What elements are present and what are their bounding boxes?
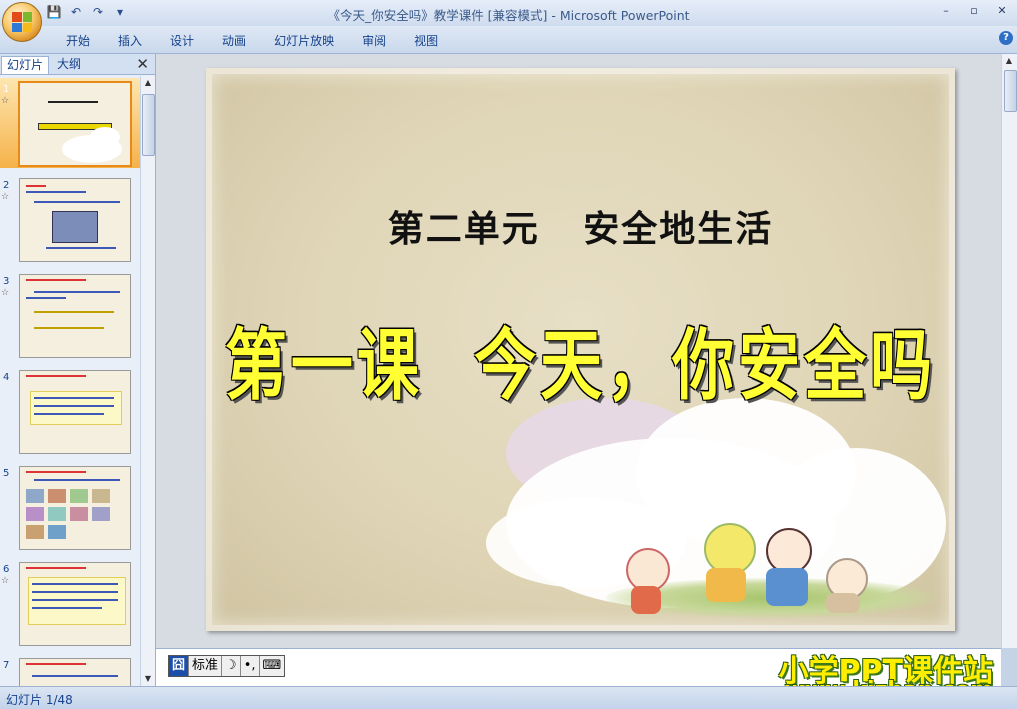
- tab-slide-show[interactable]: 幻灯片放映: [262, 32, 346, 50]
- ribbon-tabs: 开始 插入 设计 动画 幻灯片放映 审阅 视图: [54, 32, 454, 50]
- slide-number: 6: [3, 564, 10, 575]
- editor-scrollbar[interactable]: ▲: [1001, 54, 1017, 648]
- slides-panel: 幻灯片 大纲 ✕ 1 ☆ 2 ☆ 3 ☆ 4 5 6 ☆ 7 ▲ ▼: [0, 54, 156, 686]
- tab-animations[interactable]: 动画: [210, 32, 258, 50]
- office-button[interactable]: [2, 2, 42, 42]
- window-title: 《今天_你安全吗》教学课件 [兼容模式] - Microsoft PowerPo…: [327, 8, 690, 23]
- unit-title[interactable]: 第二单元 安全地生活: [206, 200, 955, 252]
- lesson-title[interactable]: 第一课 今天，你安全吗: [206, 302, 955, 415]
- ribbon: 开始 插入 设计 动画 幻灯片放映 审阅 视图 ?: [0, 26, 1017, 54]
- thumbnail-image: [19, 370, 131, 454]
- thumbnail-image: [19, 562, 131, 646]
- slide-number: 5: [3, 468, 10, 479]
- slide-thumbnail-1[interactable]: 1 ☆: [0, 78, 140, 168]
- slide-thumbnails: 1 ☆ 2 ☆ 3 ☆ 4 5 6 ☆ 7: [0, 76, 140, 686]
- slide-position: 幻灯片 1/48: [6, 693, 73, 707]
- slide-number: 1: [3, 84, 10, 95]
- animation-star-icon: ☆: [1, 288, 10, 298]
- tab-insert[interactable]: 插入: [106, 32, 154, 50]
- moon-icon[interactable]: ☽: [222, 656, 241, 676]
- restore-button[interactable]: ▫: [965, 3, 983, 19]
- status-bar: 幻灯片 1/48: [0, 686, 1017, 709]
- slide-number: 4: [3, 372, 10, 383]
- slide-thumbnail-5[interactable]: 5: [0, 462, 140, 552]
- minimize-button[interactable]: –: [937, 3, 955, 19]
- slide-number: 3: [3, 276, 10, 287]
- scrollbar-thumb[interactable]: [1004, 70, 1017, 112]
- title-bar: 💾 ↶ ↷ ▾ 《今天_你安全吗》教学课件 [兼容模式] - Microsoft…: [0, 0, 1017, 42]
- tab-review[interactable]: 审阅: [350, 32, 398, 50]
- slide-thumbnail-7[interactable]: 7: [0, 654, 140, 686]
- tab-slides[interactable]: 幻灯片: [1, 56, 50, 74]
- thumbnail-image: [19, 274, 131, 358]
- thumbnails-scrollbar[interactable]: ▲ ▼: [140, 76, 155, 686]
- close-panel-icon[interactable]: ✕: [136, 55, 149, 73]
- thumbnail-image: [18, 81, 132, 167]
- close-button[interactable]: ✕: [993, 3, 1011, 19]
- ime-toolbar: 囧 标准 ☽ •, ⌨: [168, 655, 286, 677]
- tab-view[interactable]: 视图: [402, 32, 450, 50]
- panel-tabs: 幻灯片 大纲 ✕: [0, 54, 155, 75]
- current-slide[interactable]: 第二单元 安全地生活 第一课 今天，你安全吗: [206, 68, 955, 631]
- slide-thumbnail-3[interactable]: 3 ☆: [0, 270, 140, 360]
- ime-logo-icon[interactable]: 囧: [169, 656, 190, 676]
- animation-star-icon: ☆: [1, 192, 10, 202]
- animation-star-icon: ☆: [1, 96, 10, 106]
- thumbnail-image: [19, 466, 131, 550]
- scroll-up-icon[interactable]: ▲: [1002, 54, 1016, 68]
- slide-thumbnail-6[interactable]: 6 ☆: [0, 558, 140, 648]
- thumbnail-image: [19, 658, 131, 686]
- slide-thumbnail-4[interactable]: 4: [0, 366, 140, 456]
- slide-number: 2: [3, 180, 10, 191]
- tab-home[interactable]: 开始: [54, 32, 102, 50]
- tab-design[interactable]: 设计: [158, 32, 206, 50]
- help-icon[interactable]: ?: [999, 31, 1013, 45]
- slide-thumbnail-2[interactable]: 2 ☆: [0, 174, 140, 264]
- ime-mode-button[interactable]: 标准: [189, 656, 223, 676]
- scrollbar-thumb[interactable]: [142, 94, 155, 156]
- scroll-up-icon[interactable]: ▲: [141, 76, 155, 90]
- animation-star-icon: ☆: [1, 576, 10, 586]
- window-controls: – ▫ ✕: [937, 3, 1011, 19]
- tab-outline[interactable]: 大纲: [52, 56, 86, 73]
- scroll-down-icon[interactable]: ▼: [141, 672, 155, 686]
- office-logo-icon: [12, 12, 32, 32]
- thumbnail-image: [19, 178, 131, 262]
- slide-editor: 第二单元 安全地生活 第一课 今天，你安全吗: [156, 54, 1001, 648]
- slide-number: 7: [3, 660, 10, 671]
- punctuation-icon[interactable]: •,: [241, 656, 260, 676]
- keyboard-icon[interactable]: ⌨: [260, 656, 285, 676]
